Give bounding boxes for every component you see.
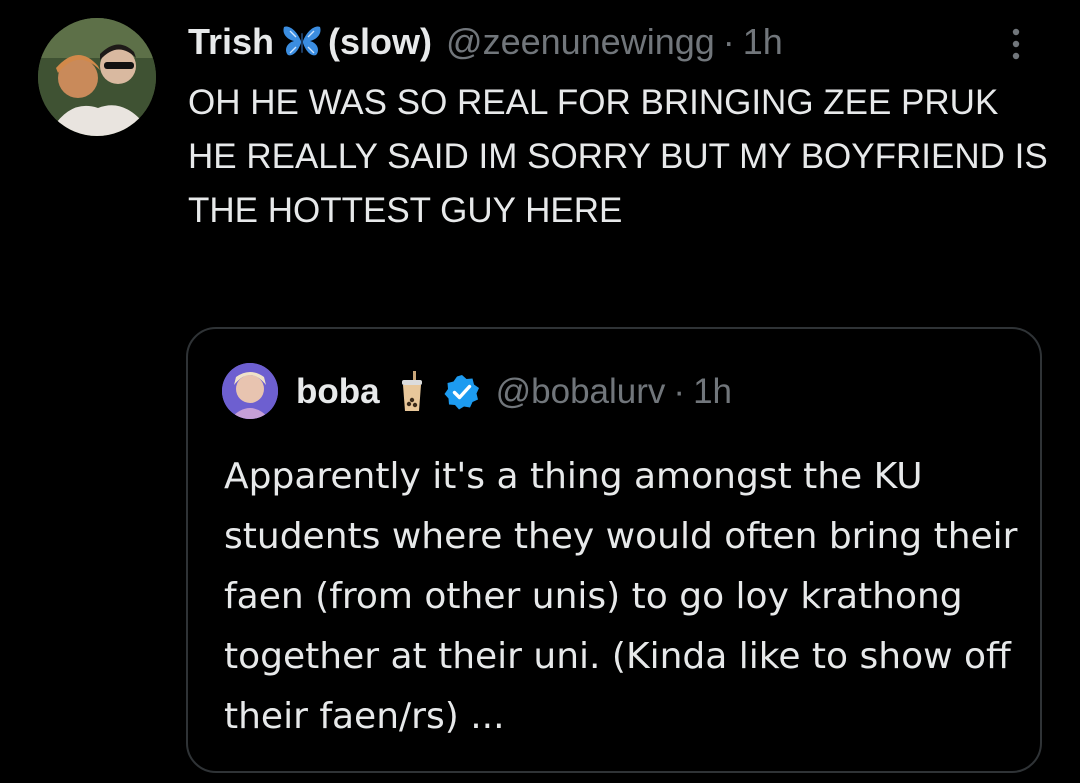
tweet[interactable]: Trish (slow) @zeenunewingg · 1h OH HE WA…	[0, 0, 1080, 783]
quoted-author-display-name[interactable]: boba	[296, 372, 380, 412]
avatar-photo	[38, 18, 156, 136]
tweet-timestamp[interactable]: 1h	[743, 18, 783, 66]
quoted-author-avatar[interactable]	[222, 363, 278, 419]
header-separator: ·	[722, 21, 735, 62]
author-display-name[interactable]: Trish	[188, 18, 274, 66]
tweet-text: OH HE WAS SO REAL FOR BRINGING ZEE PRUK …	[188, 83, 1048, 230]
quoted-header-separator: ·	[673, 372, 686, 411]
bubble-tea-icon	[401, 371, 422, 411]
author-name-suffix: (slow)	[328, 21, 433, 62]
author-handle[interactable]: @zeenunewingg	[446, 18, 715, 66]
tweet-header: Trish (slow) @zeenunewingg · 1h	[188, 18, 783, 66]
author-avatar[interactable]	[38, 18, 156, 136]
quoted-tweet-text: Apparently it's a thing amongst the KU s…	[224, 456, 1018, 737]
verified-badge-icon[interactable]	[444, 374, 480, 410]
quoted-avatar-photo	[222, 363, 278, 419]
butterfly-icon	[283, 26, 321, 56]
quoted-tweet[interactable]: boba @bobalurv · 1h Apparently it's a th…	[186, 327, 1042, 773]
quoted-tweet-header: boba @bobalurv · 1h	[296, 367, 732, 417]
quoted-author-handle[interactable]: @bobalurv	[496, 372, 666, 412]
more-options-icon[interactable]	[1004, 24, 1028, 64]
quoted-tweet-timestamp[interactable]: 1h	[693, 372, 732, 412]
